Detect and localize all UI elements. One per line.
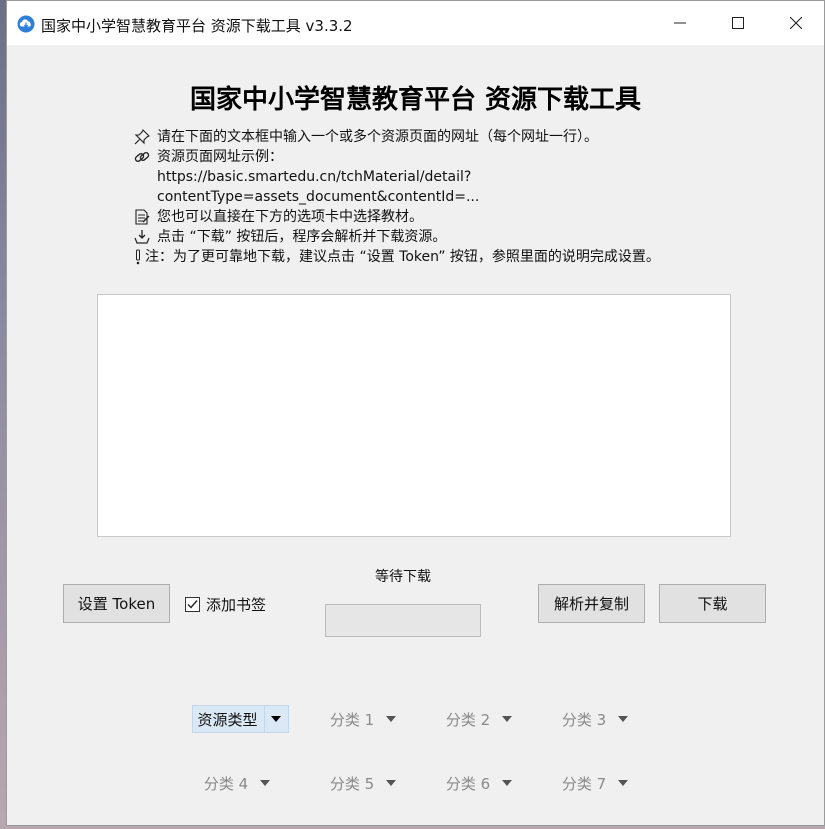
dropdown-arrow-icon (618, 716, 629, 722)
dropdown-arrow-icon[interactable] (270, 716, 281, 722)
instructions: 请在下面的文本框中输入一个或多个资源页面的网址（每个网址一行）。 资源页面网址示… (133, 127, 660, 267)
dropdown-arrow-icon (386, 716, 397, 722)
bookmark-label: 添加书签 (206, 596, 267, 614)
instruction-text-6: 点击 “下载” 按钮后，程序会解析并下载资源。 (157, 229, 447, 245)
tab-resource-type[interactable]: 资源类型 (192, 705, 289, 733)
instruction-text-2: 资源页面网址示例： (157, 149, 283, 165)
bookmark-checkbox[interactable]: 添加书签 (185, 594, 266, 615)
instruction-text-1: 请在下面的文本框中输入一个或多个资源页面的网址（每个网址一行）。 (157, 129, 598, 145)
tab-category-6-label: 分类 6 (445, 774, 491, 793)
instruction-row-6: 点击 “下载” 按钮后，程序会解析并下载资源。 (133, 227, 660, 247)
dropdown-arrow-icon (386, 780, 397, 786)
parse-copy-button[interactable]: 解析并复制 (538, 584, 645, 623)
tab-category-4[interactable]: 分类 4 (197, 769, 277, 797)
window-title: 国家中小学智慧教育平台 资源下载工具 v3.3.2 (41, 17, 353, 35)
tab-category-1-label: 分类 1 (329, 710, 375, 729)
tab-category-7[interactable]: 分类 7 (555, 769, 635, 797)
pushpin-icon (133, 128, 151, 146)
download-status: 等待下载 (375, 569, 431, 585)
tab-category-3[interactable]: 分类 3 (555, 705, 635, 733)
minimize-button[interactable] (651, 1, 709, 45)
link-icon (133, 148, 151, 166)
close-button[interactable] (767, 1, 825, 45)
dropdown-arrow-icon (260, 780, 271, 786)
download-progress-bar (325, 604, 481, 637)
tab-category-7-label: 分类 7 (561, 774, 607, 793)
maximize-icon (732, 17, 744, 29)
set-token-button[interactable]: 设置 Token (63, 584, 170, 623)
instruction-row-1: 请在下面的文本框中输入一个或多个资源页面的网址（每个网址一行）。 (133, 127, 660, 147)
tab-category-2[interactable]: 分类 2 (439, 705, 519, 733)
maximize-button[interactable] (709, 1, 767, 45)
app-window: 国家中小学智慧教育平台 资源下载工具 v3.3.2 国家中小学智慧教育平台 资源… (6, 0, 825, 826)
tab-category-6[interactable]: 分类 6 (439, 769, 519, 797)
checkmark-icon (187, 600, 198, 609)
tab-category-1[interactable]: 分类 1 (323, 705, 403, 733)
tab-category-2-label: 分类 2 (445, 710, 491, 729)
document-icon (133, 208, 151, 226)
bookmark-checkbox-box[interactable] (185, 597, 200, 612)
instruction-row-7: 注：为了更可靠地下载，建议点击 “设置 Token” 按钮，参照里面的说明完成设… (133, 247, 660, 267)
tab-resource-type-label: 资源类型 (197, 710, 258, 729)
close-icon (790, 17, 802, 29)
download-button[interactable]: 下载 (659, 584, 766, 623)
instruction-text-7: 注：为了更可靠地下载，建议点击 “设置 Token” 按钮，参照里面的说明完成设… (145, 249, 660, 265)
app-cloud-icon (17, 15, 35, 33)
instruction-url-line-2: contentType=assets_document&contentId=..… (157, 189, 480, 205)
instruction-url-line-1: https://basic.smartedu.cn/tchMaterial/de… (157, 169, 472, 185)
instruction-row-5: 您也可以直接在下方的选项卡中选择教材。 (133, 207, 660, 227)
tab-category-5-label: 分类 5 (329, 774, 375, 793)
instruction-row-2: 资源页面网址示例： (133, 147, 660, 167)
tab-category-5[interactable]: 分类 5 (323, 769, 403, 797)
tab-category-4-label: 分类 4 (203, 774, 249, 793)
tab-category-3-label: 分类 3 (561, 710, 607, 729)
download-icon (133, 228, 151, 246)
dropdown-arrow-icon (502, 780, 513, 786)
title-bar[interactable]: 国家中小学智慧教育平台 资源下载工具 v3.3.2 (7, 1, 824, 45)
exclamation-icon (133, 248, 143, 266)
instruction-text-5: 您也可以直接在下方的选项卡中选择教材。 (157, 209, 423, 225)
dropdown-arrow-icon (502, 716, 513, 722)
url-input[interactable] (97, 294, 731, 537)
page-title: 国家中小学智慧教育平台 资源下载工具 (189, 85, 642, 115)
dropdown-arrow-icon (618, 780, 629, 786)
minimize-icon (674, 22, 686, 24)
